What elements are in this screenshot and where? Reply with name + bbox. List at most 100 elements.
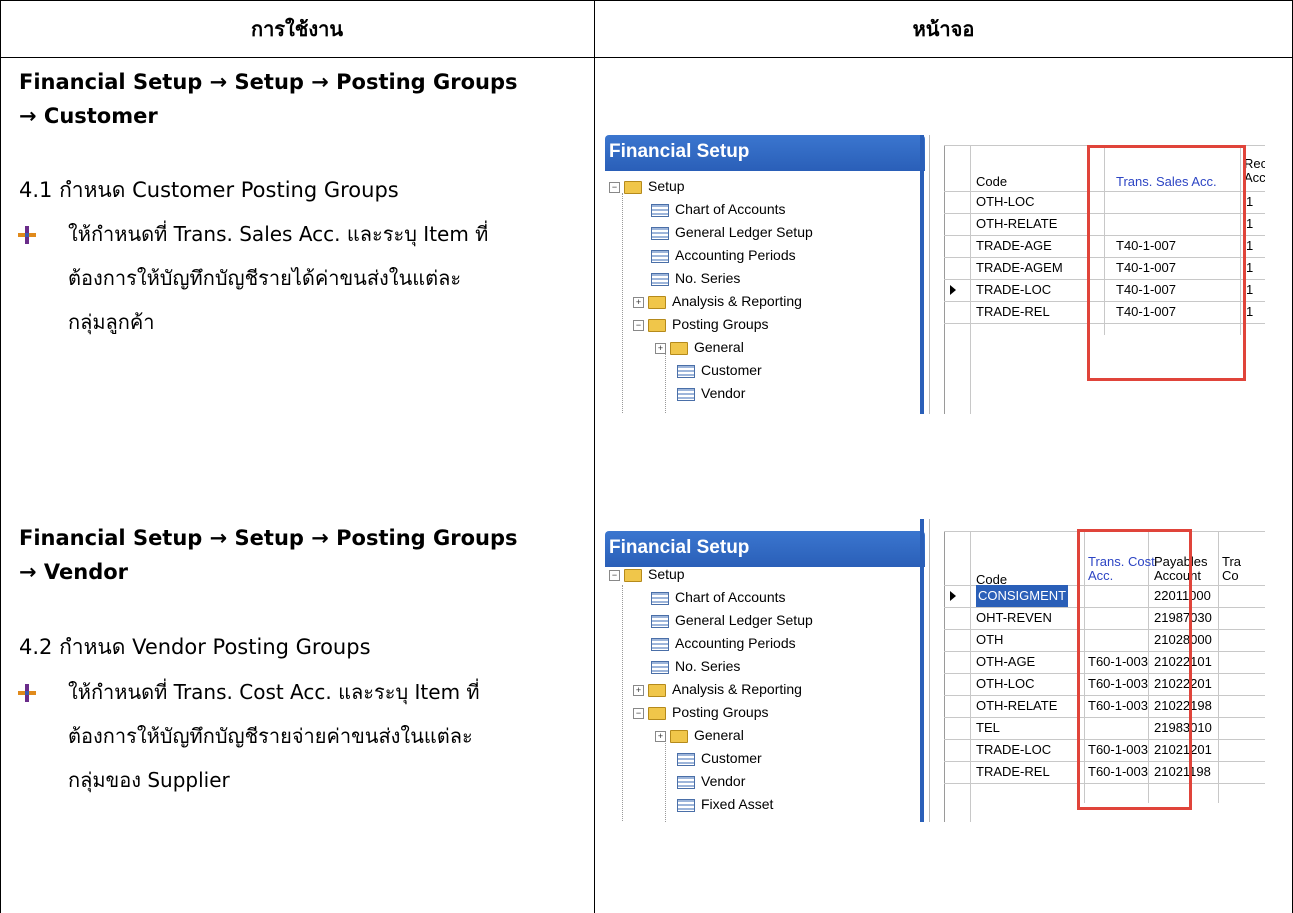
column-receivables-top[interactable]: Rec xyxy=(1244,157,1265,171)
cell-code[interactable]: OTH-LOC xyxy=(976,673,1035,695)
tree-item-no-series[interactable]: No. Series xyxy=(651,267,740,289)
customer-posting-groups-screenshot: Financial Setup − Setup Chart of Accounts… xyxy=(605,135,1265,414)
cell-code[interactable]: TRADE-AGEM xyxy=(976,257,1063,279)
trans-cost-highlight-box xyxy=(1077,529,1192,810)
tree-label: Vendor xyxy=(701,773,746,789)
tree-item-no-series[interactable]: No. Series xyxy=(651,655,740,677)
cell-code[interactable]: OHT-REVEN xyxy=(976,607,1052,629)
column-receivables-bottom[interactable]: Acc xyxy=(1244,171,1265,185)
tree-label: Vendor xyxy=(701,385,746,401)
tree-item-chart-of-accounts[interactable]: Chart of Accounts xyxy=(651,198,786,220)
table-icon xyxy=(651,614,669,628)
tree-item-general-ledger-setup[interactable]: General Ledger Setup xyxy=(651,609,813,631)
section1-heading-line2: → Customer xyxy=(19,104,158,128)
tree-item-setup[interactable]: − Setup xyxy=(609,175,685,197)
cell-code[interactable]: CONSIGMENT xyxy=(976,585,1069,607)
expand-icon[interactable]: + xyxy=(655,730,666,742)
folder-icon xyxy=(648,295,666,309)
table-icon xyxy=(677,798,695,812)
expand-icon[interactable]: + xyxy=(633,684,644,696)
tree-label: Fixed Asset xyxy=(701,796,774,812)
tree-item-chart-of-accounts[interactable]: Chart of Accounts xyxy=(651,586,786,608)
table-icon xyxy=(651,637,669,651)
tree-item-vendor[interactable]: Vendor xyxy=(677,382,745,404)
table-icon xyxy=(677,752,695,766)
folder-open-icon xyxy=(648,318,666,332)
table-icon xyxy=(677,364,695,378)
tree-item-accounting-periods[interactable]: Accounting Periods xyxy=(651,632,796,654)
table-icon xyxy=(651,203,669,217)
vendor-posting-groups-screenshot: Financial Setup − Setup Chart of Accounts… xyxy=(605,519,1265,822)
cell-code[interactable]: OTH-AGE xyxy=(976,651,1035,673)
table-icon xyxy=(651,249,669,263)
expand-icon[interactable]: + xyxy=(655,342,666,354)
section1-bullet-line1: ให้กำหนดที่ Trans. Sales Acc. และระบุ It… xyxy=(68,222,489,246)
cell-code[interactable]: TRADE-AGE xyxy=(976,235,1052,257)
tree-label: Accounting Periods xyxy=(675,635,796,651)
cell-code[interactable]: TEL xyxy=(976,717,1000,739)
cell-code[interactable]: TRADE-REL xyxy=(976,761,1050,783)
expand-icon[interactable]: + xyxy=(633,296,644,308)
tree-line xyxy=(622,585,623,821)
cell-code[interactable]: OTH xyxy=(976,629,1003,651)
section2-bullet-line1: ให้กำหนดที่ Trans. Cost Acc. และระบุ Ite… xyxy=(68,680,480,704)
tree-label: General xyxy=(694,727,744,743)
tree-label: No. Series xyxy=(675,270,741,286)
column-next-top[interactable]: Tra xyxy=(1222,555,1241,569)
table-icon xyxy=(651,226,669,240)
tree-item-customer[interactable]: Customer xyxy=(677,747,762,769)
folder-open-icon xyxy=(648,706,666,720)
collapse-icon[interactable]: − xyxy=(609,569,620,581)
section1-step: 4.1 กำหนด Customer Posting Groups xyxy=(19,178,399,202)
cell-receivables-account[interactable]: 1 xyxy=(1246,257,1253,279)
tree-item-analysis-reporting[interactable]: + Analysis & Reporting xyxy=(633,290,802,312)
cell-receivables-account[interactable]: 1 xyxy=(1246,213,1253,235)
tree-label: Customer xyxy=(701,750,762,766)
tree-line xyxy=(665,736,666,822)
tree-item-analysis-reporting[interactable]: + Analysis & Reporting xyxy=(633,678,802,700)
tree-item-customer[interactable]: Customer xyxy=(677,359,762,381)
folder-open-icon xyxy=(624,180,642,194)
tree-label: Posting Groups xyxy=(672,316,769,332)
cell-code[interactable]: OTH-RELATE xyxy=(976,695,1057,717)
cell-code[interactable]: TRADE-REL xyxy=(976,301,1050,323)
tree-line xyxy=(622,193,623,413)
cell-receivables-account[interactable]: 1 xyxy=(1246,279,1253,301)
cell-code[interactable]: OTH-RELATE xyxy=(976,213,1057,235)
tree-item-fixed-asset[interactable]: Fixed Asset xyxy=(677,793,773,815)
folder-icon xyxy=(670,341,688,355)
tree-item-accounting-periods[interactable]: Accounting Periods xyxy=(651,244,796,266)
cell-code[interactable]: TRADE-LOC xyxy=(976,279,1051,301)
table-border-left xyxy=(0,0,1,913)
tree-label: Accounting Periods xyxy=(675,247,796,263)
cell-code[interactable]: OTH-LOC xyxy=(976,191,1035,213)
section2-bullet-line3: กลุ่มของ Supplier xyxy=(68,768,230,792)
table-icon xyxy=(677,387,695,401)
tree-item-posting-groups[interactable]: − Posting Groups xyxy=(633,701,769,723)
tree-item-setup[interactable]: − Setup xyxy=(609,563,685,585)
tree-label: Posting Groups xyxy=(672,704,769,720)
column-code[interactable]: Code xyxy=(976,175,1007,189)
bullet-icon xyxy=(18,226,36,244)
collapse-icon[interactable]: − xyxy=(633,707,644,719)
tree-item-general[interactable]: + General xyxy=(655,724,744,746)
nav-border xyxy=(920,135,924,414)
tree-item-posting-groups[interactable]: − Posting Groups xyxy=(633,313,769,335)
cell-code[interactable]: TRADE-LOC xyxy=(976,739,1051,761)
collapse-icon[interactable]: − xyxy=(609,181,620,193)
cell-receivables-account[interactable]: 1 xyxy=(1246,301,1253,323)
tree-item-vendor[interactable]: Vendor xyxy=(677,770,745,792)
tree-label: No. Series xyxy=(675,658,741,674)
collapse-icon[interactable]: − xyxy=(633,319,644,331)
tree-item-general[interactable]: + General xyxy=(655,336,744,358)
tree-item-general-ledger-setup[interactable]: General Ledger Setup xyxy=(651,221,813,243)
cell-receivables-account[interactable]: 1 xyxy=(1246,235,1253,257)
nav-title: Financial Setup xyxy=(605,531,925,567)
tree-label: Analysis & Reporting xyxy=(672,293,802,309)
table-icon xyxy=(651,660,669,674)
section2-bullet-line2: ต้องการให้บัญทึกบัญชีรายจ่ายค่าขนส่งในแต… xyxy=(68,724,473,748)
nav-border xyxy=(920,519,924,822)
table-icon xyxy=(651,272,669,286)
cell-receivables-account[interactable]: 1 xyxy=(1246,191,1253,213)
column-next-bottom[interactable]: Co xyxy=(1222,569,1239,583)
